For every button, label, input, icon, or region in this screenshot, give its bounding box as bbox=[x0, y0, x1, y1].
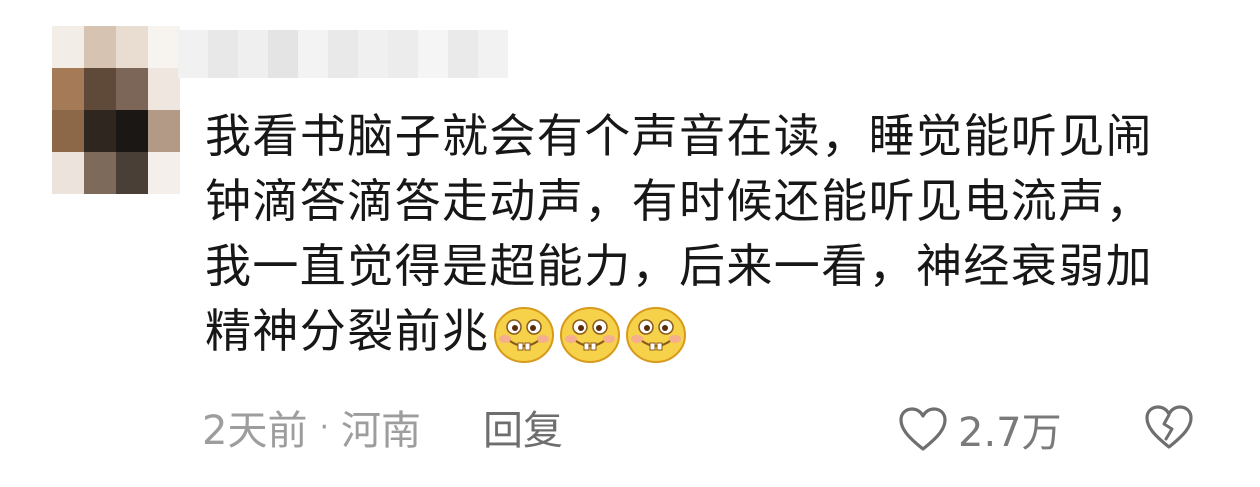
comment-line: 我一直觉得是超能力，后来一看，神经衰弱加 bbox=[205, 239, 1153, 293]
comment-line: 我看书脑子就会有个声音在读，睡觉能听见闹 bbox=[205, 109, 1153, 163]
dislike-button[interactable] bbox=[1144, 404, 1194, 454]
reply-button[interactable]: 回复 bbox=[483, 398, 563, 456]
like-count: 2.7万 bbox=[958, 410, 1062, 456]
emoji-row bbox=[493, 305, 687, 365]
heart-icon bbox=[899, 407, 947, 451]
buck-tooth-grin-emoji-icon bbox=[494, 307, 555, 363]
comment-text: 我看书脑子就会有个声音在读，睡觉能听见闹 钟滴答滴答走动声，有时候还能听见电流声… bbox=[205, 104, 1215, 365]
avatar[interactable] bbox=[52, 26, 180, 194]
comment-location: 河南 bbox=[341, 408, 421, 454]
broken-heart-icon bbox=[1145, 405, 1193, 449]
meta-separator: · bbox=[319, 409, 329, 445]
comment-line: 钟滴答滴答走动声，有时候还能听见电流声， bbox=[205, 174, 1153, 228]
username-redacted[interactable] bbox=[178, 30, 508, 78]
comment-time: 2天前 bbox=[202, 408, 308, 454]
buck-tooth-grin-emoji-icon bbox=[560, 307, 621, 363]
buck-tooth-grin-emoji-icon bbox=[626, 307, 687, 363]
comment-meta: 2天前 · 河南 回复 bbox=[202, 398, 563, 456]
like-button[interactable]: 2.7万 bbox=[898, 400, 1062, 458]
comment-line: 精神分裂前兆 bbox=[205, 304, 490, 358]
